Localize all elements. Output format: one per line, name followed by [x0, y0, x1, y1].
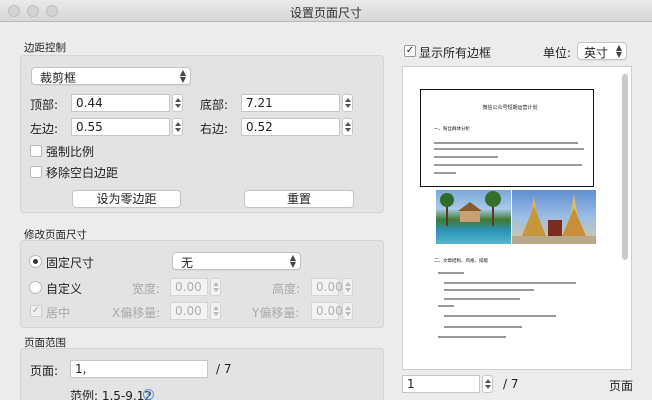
info-icon[interactable]: i: [143, 389, 154, 400]
center-label: 居中: [46, 306, 71, 320]
box-type-select[interactable]: 裁剪框 ▲ ▼: [31, 67, 191, 85]
top-margin-label: 顶部:: [30, 98, 59, 112]
unit-label: 单位:: [543, 46, 572, 60]
center-checkbox[interactable]: ✓: [30, 305, 42, 317]
unit-select[interactable]: 英寸 ▲ ▼: [577, 42, 627, 60]
remove-blank-checkbox[interactable]: [30, 166, 42, 178]
doc-text-line: [434, 156, 498, 158]
doc-text-line: [444, 315, 556, 317]
chevron-updown-icon: ▲ ▼: [615, 43, 622, 59]
pages-input[interactable]: 1,: [70, 360, 208, 378]
box-type-value: 裁剪框: [40, 71, 77, 85]
range-example: 范例: 1,5-9,12: [70, 389, 152, 400]
doc-text-line: [444, 326, 522, 328]
doc-text-line: [444, 282, 576, 284]
custom-size-label: 自定义: [46, 282, 83, 296]
constrain-proportions-checkbox[interactable]: [30, 145, 42, 157]
reset-button[interactable]: 重置: [244, 190, 354, 208]
height-label: 高度:: [272, 282, 301, 296]
chevron-updown-icon: ▲ ▼: [289, 253, 296, 269]
custom-size-radio[interactable]: [29, 281, 42, 294]
preview-page-input[interactable]: 1: [402, 375, 480, 393]
left-margin-stepper[interactable]: [172, 118, 183, 136]
y-offset-label: Y偏移量:: [252, 306, 300, 320]
y-offset-stepper[interactable]: [342, 302, 353, 320]
right-margin-stepper[interactable]: [342, 118, 353, 136]
fixed-size-select[interactable]: 无 ▲ ▼: [172, 252, 301, 270]
doc-heading-1: 一、粉丝群体分析: [434, 127, 470, 132]
x-offset-input[interactable]: 0.00: [170, 302, 208, 320]
left-margin-input[interactable]: 0.55: [71, 118, 170, 136]
show-all-boxes-checkbox[interactable]: ✓: [404, 45, 416, 57]
bottom-margin-input[interactable]: 7.21: [241, 94, 340, 112]
bottom-margin-label: 底部:: [200, 98, 229, 112]
doc-text-line: [438, 336, 506, 338]
preview-page-total: / 7: [503, 377, 519, 391]
doc-text-line: [444, 298, 520, 300]
doc-text-line: [434, 164, 582, 166]
height-input[interactable]: 0.00: [311, 278, 343, 296]
height-stepper[interactable]: [342, 278, 353, 296]
radio-selected-dot: [33, 259, 38, 264]
title-bar: 设置页面尺寸: [0, 0, 652, 22]
doc-heading-2: 二、文章结构、风格、排版: [434, 259, 488, 264]
y-offset-input[interactable]: 0.00: [311, 302, 343, 320]
preview-scrollbar[interactable]: [622, 74, 628, 260]
fixed-size-value: 无: [181, 256, 194, 270]
show-all-boxes-label: 显示所有边框: [419, 46, 492, 60]
preview-page-stepper[interactable]: [482, 375, 493, 393]
left-margin-label: 左边:: [30, 122, 59, 136]
margins-section-title: 边距控制: [24, 42, 66, 54]
pages-label: 页面:: [30, 364, 59, 378]
width-label: 宽度:: [132, 282, 161, 296]
temple-photo: [512, 190, 596, 244]
top-margin-stepper[interactable]: [172, 94, 183, 112]
doc-title: 微信公众号短期运营计划: [482, 105, 538, 111]
doc-text-line: [438, 272, 464, 274]
x-offset-label: X偏移量:: [112, 306, 161, 320]
fixed-size-label: 固定尺寸: [46, 256, 95, 270]
right-margin-label: 右边:: [200, 122, 229, 136]
preview-page-suffix: 页面: [609, 379, 634, 393]
doc-text-line: [444, 289, 534, 291]
doc-text-line: [438, 305, 454, 307]
window-title: 设置页面尺寸: [289, 6, 362, 20]
remove-blank-label: 移除空白边距: [46, 166, 119, 180]
doc-text-line: [434, 148, 584, 150]
chevron-updown-icon: ▲ ▼: [179, 68, 186, 84]
width-stepper[interactable]: [210, 278, 221, 296]
doc-text-line: [434, 142, 578, 144]
pages-total: / 7: [216, 362, 232, 376]
unit-value: 英寸: [584, 46, 609, 60]
bottom-margin-stepper[interactable]: [342, 94, 353, 112]
fixed-size-radio[interactable]: [29, 255, 42, 268]
doc-text-line: [434, 172, 456, 174]
resort-photo: [436, 190, 511, 244]
constrain-proportions-label: 强制比例: [46, 145, 95, 159]
zero-margins-button[interactable]: 设为零边距: [72, 190, 181, 208]
top-margin-input[interactable]: 0.44: [71, 94, 170, 112]
x-offset-stepper[interactable]: [210, 302, 221, 320]
width-input[interactable]: 0.00: [170, 278, 208, 296]
right-margin-input[interactable]: 0.52: [241, 118, 340, 136]
